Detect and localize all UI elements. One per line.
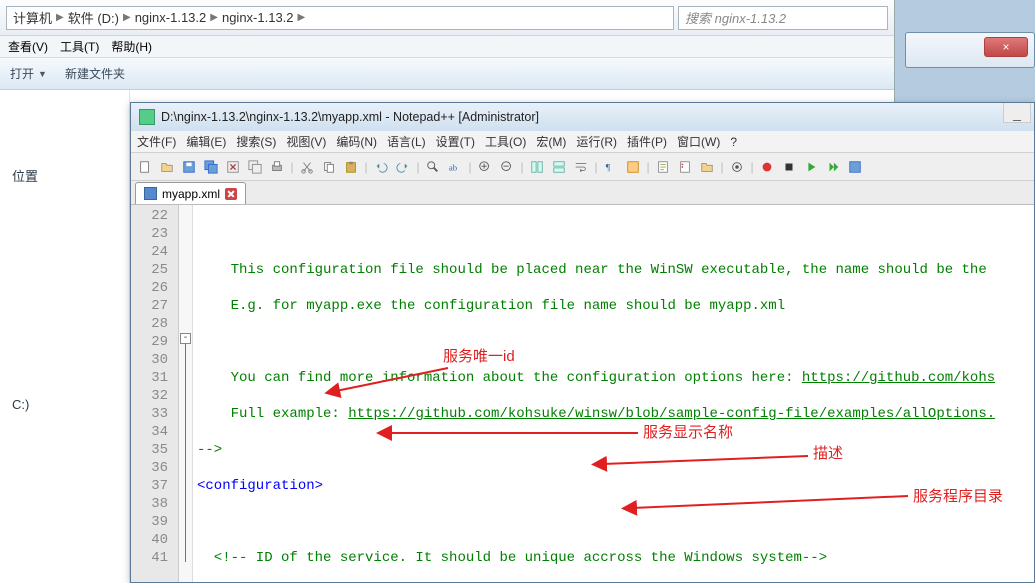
svg-text:¶: ¶: [606, 162, 611, 173]
menu-plugins[interactable]: 插件(P): [627, 133, 667, 150]
folder-tree-icon[interactable]: [697, 157, 717, 177]
separator: |: [289, 157, 295, 177]
menu-view[interactable]: 视图(V): [286, 133, 326, 150]
chevron-right-icon: ▶: [52, 12, 68, 23]
separator: |: [593, 157, 599, 177]
indent-guide-icon[interactable]: [623, 157, 643, 177]
breadcrumb-item[interactable]: 软件 (D:): [68, 8, 119, 27]
fold-line: [185, 344, 186, 562]
background-dialog: ×: [905, 32, 1035, 68]
close-button[interactable]: ×: [984, 37, 1028, 57]
paste-icon[interactable]: [341, 157, 361, 177]
stop-macro-icon[interactable]: [779, 157, 799, 177]
open-file-icon[interactable]: [157, 157, 177, 177]
code-area[interactable]: This configuration file should be placed…: [193, 205, 1034, 582]
func-list-icon[interactable]: [675, 157, 695, 177]
sidebar-item[interactable]: 位置: [8, 160, 121, 191]
print-icon[interactable]: [267, 157, 287, 177]
search-placeholder: 搜索 nginx-1.13.2: [685, 8, 786, 27]
notepadpp-window: D:\nginx-1.13.2\nginx-1.13.2\myapp.xml -…: [130, 102, 1035, 583]
explorer-sidebar: 位置 C:): [0, 90, 130, 583]
menu-settings[interactable]: 设置(T): [436, 133, 475, 150]
show-all-icon[interactable]: ¶: [601, 157, 621, 177]
play-macro-icon[interactable]: [801, 157, 821, 177]
chevron-down-icon: ▼: [38, 69, 47, 79]
breadcrumb[interactable]: 计算机▶ 软件 (D:)▶ nginx-1.13.2▶ nginx-1.13.2…: [6, 6, 674, 30]
chevron-right-icon: ▶: [119, 12, 135, 23]
fold-gutter: -: [179, 205, 193, 582]
zoom-out-icon[interactable]: [497, 157, 517, 177]
file-icon: [144, 187, 157, 200]
cut-icon[interactable]: [297, 157, 317, 177]
explorer-address-bar: 计算机▶ 软件 (D:)▶ nginx-1.13.2▶ nginx-1.13.2…: [0, 0, 894, 36]
separator: |: [415, 157, 421, 177]
menu-search[interactable]: 搜索(S): [236, 133, 276, 150]
explorer-toolbar: 打开 ▼ 新建文件夹: [0, 58, 894, 90]
annotation-display-name: 服务显示名称: [643, 424, 733, 442]
explorer-search-input[interactable]: 搜索 nginx-1.13.2: [678, 6, 888, 30]
tab-myapp-xml[interactable]: myapp.xml: [135, 182, 246, 204]
menu-language[interactable]: 语言(L): [387, 133, 426, 150]
breadcrumb-item[interactable]: nginx-1.13.2: [135, 10, 207, 25]
explorer-menubar: 查看(V) 工具(T) 帮助(H): [0, 36, 894, 58]
copy-icon[interactable]: [319, 157, 339, 177]
undo-icon[interactable]: [371, 157, 391, 177]
menu-file[interactable]: 文件(F): [137, 133, 176, 150]
chevron-right-icon: ▶: [294, 12, 310, 23]
menu-tools[interactable]: 工具(O): [485, 133, 526, 150]
fold-toggle-icon[interactable]: -: [180, 333, 191, 344]
editor[interactable]: 2223242526272829303132333435363738394041…: [131, 205, 1034, 582]
separator: |: [363, 157, 369, 177]
redo-icon[interactable]: [393, 157, 413, 177]
wrap-icon[interactable]: [571, 157, 591, 177]
menu-help[interactable]: 帮助(H): [111, 38, 152, 55]
save-macro-icon[interactable]: [845, 157, 865, 177]
separator: |: [749, 157, 755, 177]
replay-macro-icon[interactable]: [823, 157, 843, 177]
menu-help[interactable]: ?: [730, 135, 737, 149]
separator: |: [645, 157, 651, 177]
window-title: D:\nginx-1.13.2\nginx-1.13.2\myapp.xml -…: [161, 110, 539, 124]
svg-text:ab: ab: [449, 162, 458, 172]
monitor-icon[interactable]: [727, 157, 747, 177]
find-icon[interactable]: [423, 157, 443, 177]
open-button[interactable]: 打开 ▼: [10, 65, 47, 82]
replace-icon[interactable]: ab: [445, 157, 465, 177]
tab-label: myapp.xml: [162, 187, 220, 201]
breadcrumb-item[interactable]: 计算机: [13, 8, 52, 27]
sidebar-item[interactable]: C:): [8, 391, 121, 418]
close-icon[interactable]: [223, 157, 243, 177]
titlebar: D:\nginx-1.13.2\nginx-1.13.2\myapp.xml -…: [131, 103, 1034, 131]
chevron-right-icon: ▶: [206, 12, 222, 23]
separator: |: [519, 157, 525, 177]
line-number-gutter: 2223242526272829303132333435363738394041: [131, 205, 179, 582]
menubar: 文件(F) 编辑(E) 搜索(S) 视图(V) 编码(N) 语言(L) 设置(T…: [131, 131, 1034, 153]
doc-map-icon[interactable]: [653, 157, 673, 177]
breadcrumb-item[interactable]: nginx-1.13.2: [222, 10, 294, 25]
sync-v-icon[interactable]: [527, 157, 547, 177]
menu-macro[interactable]: 宏(M): [536, 133, 566, 150]
new-file-icon[interactable]: [135, 157, 155, 177]
save-icon[interactable]: [179, 157, 199, 177]
app-icon: [139, 109, 155, 125]
close-all-icon[interactable]: [245, 157, 265, 177]
sync-h-icon[interactable]: [549, 157, 569, 177]
menu-window[interactable]: 窗口(W): [677, 133, 720, 150]
menu-edit[interactable]: 编辑(E): [186, 133, 226, 150]
separator: |: [467, 157, 473, 177]
save-all-icon[interactable]: [201, 157, 221, 177]
tab-close-icon[interactable]: [225, 188, 237, 200]
toolbar: | | | ab | | | ¶ | | |: [131, 153, 1034, 181]
menu-run[interactable]: 运行(R): [576, 133, 617, 150]
minimize-button[interactable]: _: [1003, 103, 1031, 123]
tab-bar: myapp.xml: [131, 181, 1034, 205]
zoom-in-icon[interactable]: [475, 157, 495, 177]
menu-encoding[interactable]: 编码(N): [336, 133, 377, 150]
record-macro-icon[interactable]: [757, 157, 777, 177]
menu-tools[interactable]: 工具(T): [60, 38, 99, 55]
new-folder-button[interactable]: 新建文件夹: [65, 65, 125, 82]
separator: |: [719, 157, 725, 177]
menu-view[interactable]: 查看(V): [8, 38, 48, 55]
